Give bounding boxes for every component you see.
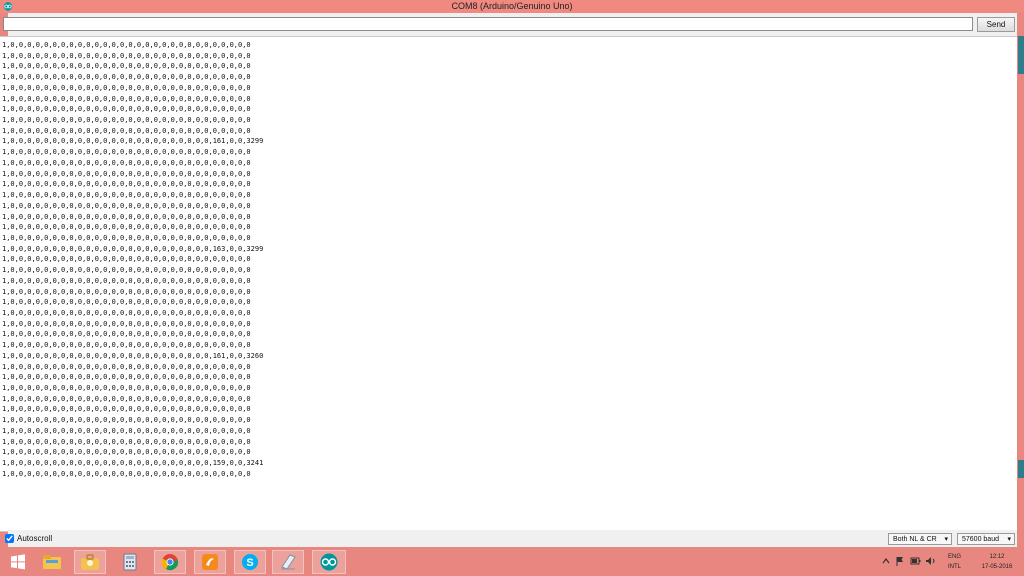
baud-rate-value: 57600 baud [962,536,999,543]
background-window-mark [1018,36,1024,74]
volume-icon[interactable] [925,556,937,566]
line-ending-select[interactable]: Both NL & CR ▾ [888,533,952,545]
system-tray [880,547,940,576]
svg-text:S: S [246,557,253,569]
title-bar: COM8 (Arduino/Genuino Uno) [0,0,1024,13]
clock-time: 12:12 [989,554,1005,560]
chevron-up-icon[interactable] [882,558,890,564]
file-explorer-icon[interactable] [36,550,68,574]
background-window-mark [1018,460,1024,478]
close-button[interactable] [983,0,1024,13]
notepad-icon[interactable] [272,550,304,574]
taskbar: S ENG INTL 12:12 17-05-2016 [0,547,1024,576]
calculator-icon[interactable] [114,550,146,574]
autoscroll-toggle[interactable]: Autoscroll [5,534,52,543]
send-button[interactable]: Send [977,17,1015,32]
autoscroll-checkbox[interactable] [5,534,14,543]
chrome-icon[interactable] [154,550,186,574]
skype-icon[interactable]: S [234,550,266,574]
chevron-down-icon: ▾ [1007,536,1011,543]
serial-output[interactable]: 1,0,0,0,0,0,0,0,0,0,0,0,0,0,0,0,0,0,0,0,… [0,36,1017,532]
clock[interactable]: 12:12 17-05-2016 [972,547,1022,576]
flag-icon[interactable] [895,556,905,567]
clock-date: 17-05-2016 [981,564,1013,570]
chevron-down-icon: ▾ [944,536,948,543]
autoscroll-label: Autoscroll [17,534,53,543]
arduino-icon[interactable] [312,550,346,574]
serial-input[interactable] [3,17,973,31]
windows-start-icon[interactable] [2,550,34,574]
language-indicator[interactable]: ENG INTL [946,547,970,576]
serial-monitor-window: Send 1,0,0,0,0,0,0,0,0,0,0,0,0,0,0,0,0,0… [0,13,1017,547]
language-bottom: INTL [948,564,962,570]
line-ending-value: Both NL & CR [893,536,937,543]
input-bar: Send [3,13,1017,36]
serial-output-text: 1,0,0,0,0,0,0,0,0,0,0,0,0,0,0,0,0,0,0,0,… [2,41,264,478]
briefcase-icon[interactable] [74,550,106,574]
window-title: COM8 (Arduino/Genuino Uno) [451,1,573,11]
language-top: ENG [948,554,962,560]
baud-rate-select[interactable]: 57600 baud ▾ [957,533,1015,545]
battery-icon[interactable] [910,556,921,566]
foxit-reader-icon[interactable] [194,550,226,574]
status-bar: Autoscroll Both NL & CR ▾ 57600 baud ▾ [5,530,1017,547]
